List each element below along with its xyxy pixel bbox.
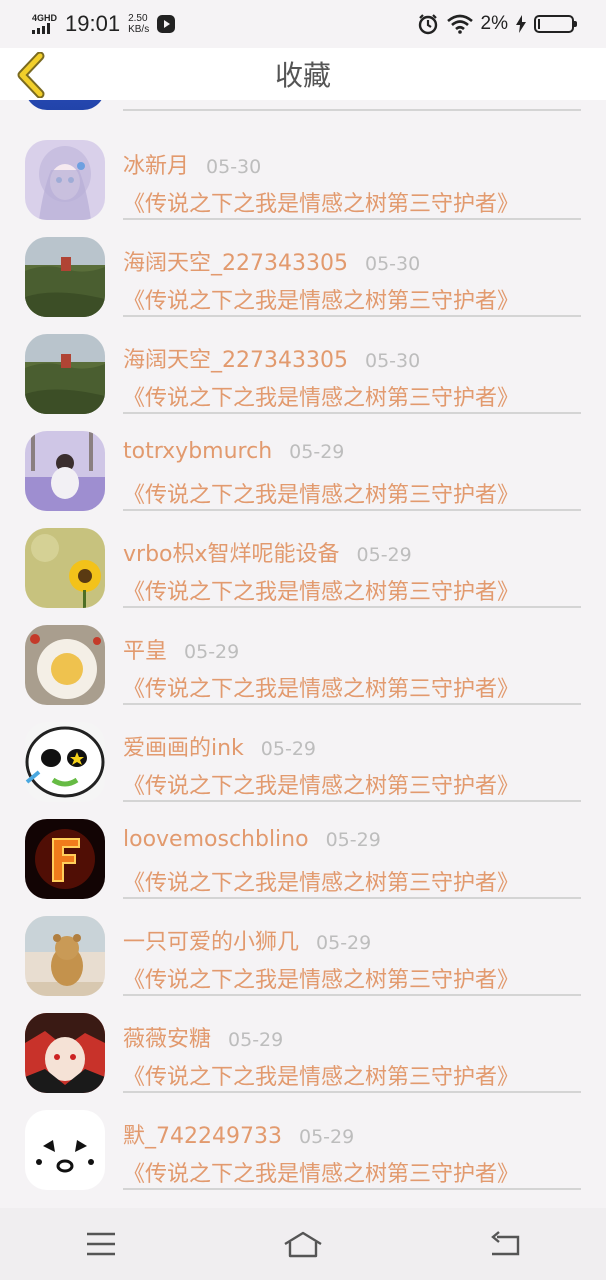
network-speed: 2.50 KB/s xyxy=(128,13,149,35)
name-line: 一只可爱的小狮几 05-29 xyxy=(123,924,371,956)
favorite-date: 05-29 xyxy=(184,641,240,663)
status-right: 2% xyxy=(417,13,577,35)
home-icon xyxy=(284,1231,322,1258)
favorite-date: 05-30 xyxy=(364,350,421,372)
battery-fill xyxy=(538,19,540,29)
speed-value: 2.50 xyxy=(128,13,148,24)
fire-letter-avatar[interactable] xyxy=(25,819,105,899)
user-name[interactable]: 平皇 xyxy=(123,633,167,665)
list-item[interactable]: 平皇 05-29 《传说之下之我是情感之树第三守护者》 xyxy=(0,597,606,705)
user-name[interactable]: loovemoschblino xyxy=(123,827,309,852)
lion-cub-avatar[interactable] xyxy=(25,916,105,996)
name-line: 冰新月 05-30 xyxy=(123,148,261,180)
name-line: 海阔天空_227343305 05-30 xyxy=(123,342,420,374)
user-name[interactable]: 冰新月 xyxy=(123,148,189,180)
app-header: 收藏 xyxy=(0,48,606,100)
list-item[interactable]: 冰新月 05-30 《传说之下之我是情感之树第三守护者》 xyxy=(0,112,606,220)
favorite-date: 05-29 xyxy=(298,1126,355,1148)
status-left: 4GHD 19:01 2.50 KB/s xyxy=(32,11,176,37)
chevron-left-icon xyxy=(17,51,45,99)
charging-icon xyxy=(516,15,526,33)
list-item[interactable]: loovemoschblino 05-29 《传说之下之我是情感之树第三守护者》 xyxy=(0,791,606,899)
favorite-date: 05-29 xyxy=(356,544,412,566)
book-title-link[interactable]: 《传说之下之我是情感之树第三守护者》 xyxy=(123,1156,519,1188)
favorites-list[interactable]: 冰新月 05-30 《传说之下之我是情感之树第三守护者》 海阔天空_227343305… xyxy=(0,100,606,1208)
divider xyxy=(123,1188,581,1190)
user-name[interactable]: 爱画画的ink xyxy=(123,730,244,762)
list-item[interactable]: 默_742249733 05-29 《传说之下之我是情感之树第三守护者》 xyxy=(0,1082,606,1190)
user-name[interactable]: 默_742249733 xyxy=(123,1118,282,1150)
user-name[interactable]: vrbo枳x智烊呢能设备 xyxy=(123,536,340,568)
list-item[interactable]: 海阔天空_227343305 05-30 《传说之下之我是情感之树第三守护者》 xyxy=(0,209,606,317)
partial-avatar xyxy=(25,100,105,110)
list-item[interactable]: 海阔天空_227343305 05-30 《传说之下之我是情感之树第三守护者》 xyxy=(0,306,606,414)
anime-girl-avatar[interactable] xyxy=(25,140,105,220)
name-line: totrxybmurch 05-29 xyxy=(123,439,344,464)
favorite-date: 05-30 xyxy=(364,253,421,275)
favorite-date: 05-29 xyxy=(289,441,345,463)
menu-button[interactable] xyxy=(71,1220,131,1268)
back-button[interactable] xyxy=(14,51,50,99)
name-line: 海阔天空_227343305 05-30 xyxy=(123,245,420,277)
system-nav-bar xyxy=(0,1208,606,1280)
user-name[interactable]: 海阔天空_227343305 xyxy=(123,245,348,277)
list-item[interactable]: vrbo枳x智烊呢能设备 05-29 《传说之下之我是情感之树第三守护者》 xyxy=(0,500,606,608)
lavender-girl-avatar[interactable] xyxy=(25,431,105,511)
speed-unit: KB/s xyxy=(128,24,150,35)
battery-icon xyxy=(534,15,577,33)
clock: 19:01 xyxy=(65,11,121,36)
list-item[interactable]: 一只可爱的小狮几 05-29 《传说之下之我是情感之树第三守护者》 xyxy=(0,888,606,996)
name-line: 爱画画的ink 05-29 xyxy=(123,730,316,762)
list-item[interactable]: 爱画画的ink 05-29 《传说之下之我是情感之树第三守护者》 xyxy=(0,694,606,802)
cartoon-skull-avatar[interactable] xyxy=(25,722,105,802)
alarm-icon xyxy=(418,14,437,35)
signal-bars-icon xyxy=(32,23,50,34)
favorite-date: 05-29 xyxy=(325,829,381,851)
name-line: 默_742249733 05-29 xyxy=(123,1118,354,1150)
battery-percent: 2% xyxy=(480,13,508,34)
wifi-icon xyxy=(446,14,473,34)
favorite-date: 05-29 xyxy=(260,738,317,760)
list-item[interactable]: 薇薇安糖 05-29 《传说之下之我是情感之树第三守护者》 xyxy=(0,985,606,1093)
page-title: 收藏 xyxy=(274,59,331,92)
red-anime-avatar[interactable] xyxy=(25,1013,105,1093)
name-line: 平皇 05-29 xyxy=(123,633,239,665)
divider xyxy=(123,109,581,111)
favorite-date: 05-30 xyxy=(206,156,262,178)
name-line: vrbo枳x智烊呢能设备 05-29 xyxy=(123,536,412,568)
favorite-date: 05-29 xyxy=(316,932,372,954)
partially-hidden-list-item xyxy=(0,100,606,112)
name-line: loovemoschblino 05-29 xyxy=(123,827,381,852)
network-type: 4GHD xyxy=(32,13,58,23)
food-plate-avatar[interactable] xyxy=(25,625,105,705)
menu-icon xyxy=(87,1232,115,1256)
landscape-avatar[interactable] xyxy=(25,334,105,414)
white-face-avatar[interactable] xyxy=(25,1110,105,1190)
name-line: 薇薇安糖 05-29 xyxy=(123,1021,283,1053)
signal-indicator: 4GHD xyxy=(32,14,57,34)
user-name[interactable]: 薇薇安糖 xyxy=(123,1021,211,1053)
landscape-avatar[interactable] xyxy=(25,237,105,317)
return-icon xyxy=(491,1231,520,1256)
user-name[interactable]: totrxybmurch xyxy=(123,439,272,464)
media-app-icon xyxy=(157,15,176,33)
user-name[interactable]: 海阔天空_227343305 xyxy=(123,342,348,374)
list-item[interactable]: totrxybmurch 05-29 《传说之下之我是情感之树第三守护者》 xyxy=(0,403,606,511)
home-button[interactable] xyxy=(273,1220,333,1268)
status-bar: 4GHD 19:01 2.50 KB/s 2% xyxy=(0,0,606,48)
favorite-date: 05-29 xyxy=(228,1029,284,1051)
user-name[interactable]: 一只可爱的小狮几 xyxy=(123,924,299,956)
back-nav-button[interactable] xyxy=(475,1220,535,1268)
sunflower-avatar[interactable] xyxy=(25,528,105,608)
